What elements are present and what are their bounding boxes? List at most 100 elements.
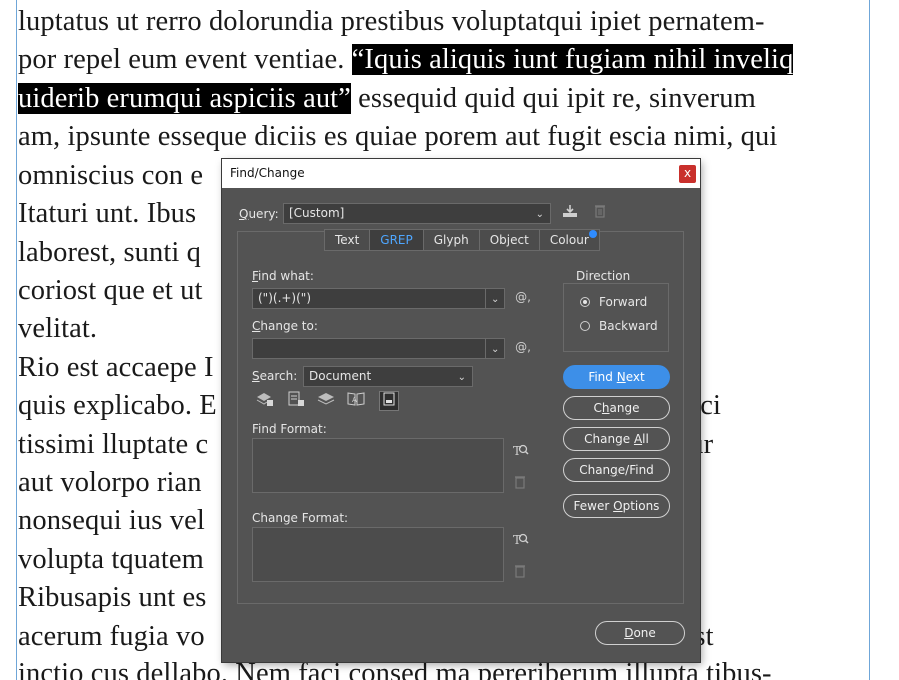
text-run: volupta tquatem	[18, 544, 204, 575]
text-run: quis explicabo. E	[18, 390, 217, 421]
change-text: C	[593, 401, 602, 415]
change-to-input[interactable]: ⌄	[252, 338, 505, 359]
find-next-button[interactable]: Find Next	[563, 365, 670, 389]
fewer-options-text-rest: ptions	[622, 499, 660, 513]
save-query-icon[interactable]	[560, 204, 580, 222]
change-format-label: Change Format:	[252, 511, 349, 525]
document-text-line[interactable]: am, ipsunte esseque diciis es quiae pore…	[18, 120, 777, 154]
dialog-titlebar[interactable]: Find/Change x	[222, 159, 700, 188]
text-run: luptatus ut rerro dolorundia prestibus v…	[18, 6, 765, 37]
text-run: aut volorpo rian	[18, 467, 202, 498]
tab-text[interactable]: Text	[324, 229, 371, 251]
clear-change-format-icon[interactable]	[513, 564, 527, 580]
fewer-options-text: Fewer	[573, 499, 614, 513]
include-hidden-layers-icon[interactable]	[316, 391, 336, 411]
change-text-rest: ange	[609, 401, 640, 415]
query-value: [Custom]	[289, 206, 345, 220]
document-text-line[interactable]: uiderib erumqui aspiciis aut” essequid q…	[18, 82, 756, 116]
fewer-options-button[interactable]: Fewer Options	[563, 494, 670, 518]
svg-text:A: A	[352, 396, 357, 404]
text-run: laborest, sunti q	[18, 237, 201, 268]
include-locked-layers-icon[interactable]	[255, 391, 275, 411]
change-all-accesskey: A	[633, 432, 643, 446]
direction-group	[563, 283, 669, 352]
include-master-pages-icon[interactable]: A	[346, 391, 366, 411]
find-format-box[interactable]	[252, 438, 504, 493]
text-run: nonsequi ius vel	[18, 505, 205, 536]
forward-label[interactable]: Forward	[599, 295, 647, 309]
change-all-button[interactable]: Change All	[563, 427, 670, 451]
text-run: acerum fugia vo	[18, 621, 205, 652]
find-next-text-rest: ext	[625, 370, 645, 384]
document-text-line[interactable]: luptatus ut rerro dolorundia prestibus v…	[18, 5, 765, 39]
change-format-box[interactable]	[252, 527, 504, 582]
special-characters-find-icon[interactable]: @,	[512, 290, 534, 306]
find-what-value: (")(.+)(")	[258, 291, 311, 305]
query-label: Query:	[239, 207, 279, 221]
include-footnotes-icon[interactable]	[379, 391, 399, 411]
include-locked-stories-icon[interactable]	[286, 391, 306, 411]
find-change-dialog: Find/Change x Query: [Custom] ⌄ Text GRE…	[222, 159, 700, 662]
tab-indicator-dot	[589, 230, 597, 238]
special-characters-change-icon[interactable]: @,	[512, 340, 534, 356]
search-accesskey: S	[252, 369, 260, 383]
change-find-text-rest: e/Find	[617, 463, 654, 477]
change-to-label-text: hange to:	[260, 319, 318, 333]
chevron-down-icon: ⌄	[535, 209, 544, 220]
done-text-rest: one	[633, 626, 656, 640]
tab-grep[interactable]: GREP	[370, 229, 424, 251]
change-to-label: Change to:	[252, 319, 318, 333]
document-text-line[interactable]: velitat.	[18, 312, 97, 346]
search-scope-select[interactable]: Document ⌄	[303, 366, 473, 387]
change-to-history-button[interactable]: ⌄	[485, 339, 504, 358]
find-what-label-text: ind what:	[258, 269, 314, 283]
document-text-line[interactable]: omniscius con e	[18, 159, 203, 193]
change-accesskey: h	[601, 401, 610, 415]
find-what-input[interactable]: (")(.+)(") ⌄	[252, 288, 505, 309]
text-run: coriost que et ut	[18, 275, 203, 306]
text-run: Ribusapis unt es	[18, 582, 207, 613]
chevron-down-icon: ⌄	[491, 294, 500, 305]
find-next-accesskey: N	[616, 370, 626, 384]
tab-object[interactable]: Object	[479, 229, 540, 251]
selected-text: “Iquis aliquis iunt fugiam nihil inveliq	[351, 44, 794, 75]
fewer-options-accesskey: O	[613, 499, 623, 513]
find-format-label: Find Format:	[252, 422, 327, 436]
text-run: tissimi lluptate c	[18, 429, 209, 460]
query-label-text: uery:	[248, 207, 279, 221]
find-next-text: Find	[588, 370, 617, 384]
specify-change-format-icon[interactable]: T	[512, 531, 530, 547]
backward-label[interactable]: Backward	[599, 319, 658, 333]
text-run: Itaturi unt. Ibus	[18, 198, 197, 229]
specify-find-format-icon[interactable]: T	[512, 442, 530, 458]
chevron-down-icon: ⌄	[491, 344, 500, 355]
text-frame-right-edge	[869, 0, 870, 680]
close-button[interactable]: x	[679, 165, 696, 183]
search-label-text: earch:	[259, 369, 298, 383]
document-text-line[interactable]: por repel eum event ventiae. “Iquis aliq…	[18, 43, 794, 77]
change-all-text: Change	[584, 432, 634, 446]
chevron-down-icon: ⌄	[457, 372, 466, 383]
done-button[interactable]: Done	[595, 621, 685, 645]
text-run: Rio est accaepe I	[18, 352, 214, 383]
delete-query-icon[interactable]	[590, 204, 610, 222]
selected-text: uiderib erumqui aspiciis aut”	[18, 83, 351, 114]
dialog-title: Find/Change	[230, 166, 305, 180]
change-find-button[interactable]: Change/Find	[563, 458, 670, 482]
change-find-accesskey: g	[610, 463, 618, 477]
radio-forward[interactable]	[580, 297, 590, 307]
clear-find-format-icon[interactable]	[513, 475, 527, 491]
direction-label: Direction	[574, 269, 633, 283]
text-run: am, ipsunte esseque diciis es quiae pore…	[18, 121, 778, 152]
query-select[interactable]: [Custom] ⌄	[283, 203, 551, 224]
find-what-history-button[interactable]: ⌄	[485, 289, 504, 308]
text-run: por repel eum event ventiae.	[18, 44, 352, 75]
tab-glyph[interactable]: Glyph	[423, 229, 480, 251]
change-button[interactable]: Change	[563, 396, 670, 420]
search-type-tabs: Text GREP Glyph Object Colour	[324, 229, 600, 251]
text-run: velitat.	[18, 313, 98, 344]
text-run: omniscius con e	[18, 160, 204, 191]
change-all-text-rest: ll	[642, 432, 649, 446]
radio-backward[interactable]	[580, 321, 590, 331]
search-scope-value: Document	[309, 369, 372, 383]
